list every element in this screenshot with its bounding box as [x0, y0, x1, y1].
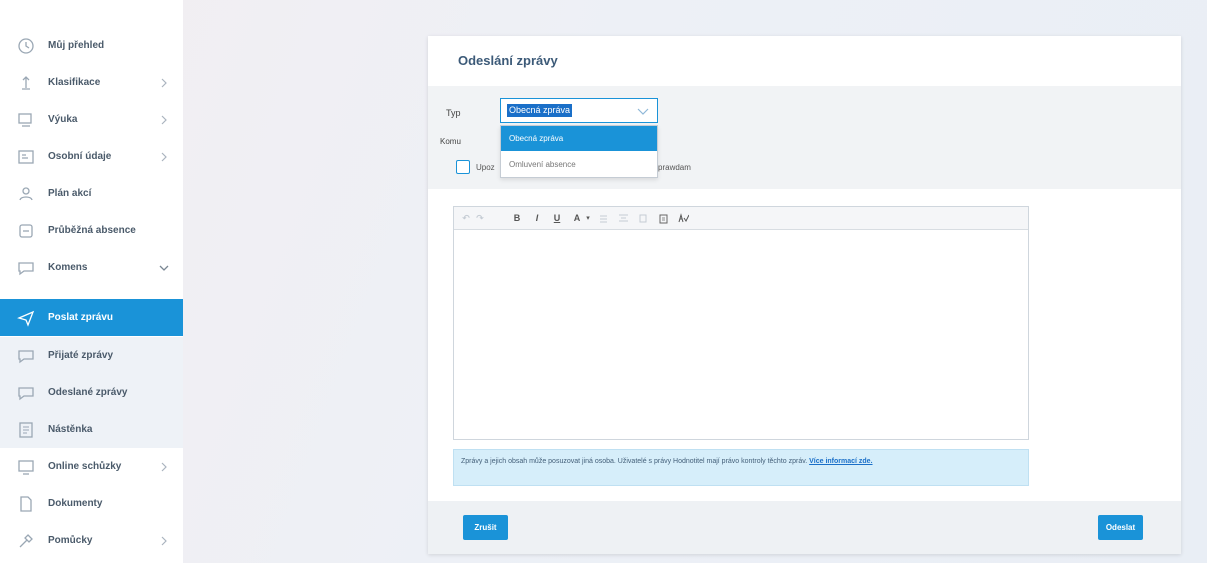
- personal-data-icon: [17, 148, 35, 166]
- inbox-icon: [17, 347, 35, 365]
- sidebar-item-label: Průběžná absence: [48, 225, 136, 236]
- sidebar-item-odeslane-zpravy[interactable]: Odeslané zprávy: [0, 374, 183, 411]
- chat-icon: [17, 259, 35, 277]
- message-type-value: Obecná zpráva: [507, 104, 573, 117]
- send-icon: [17, 309, 35, 327]
- font-color-button[interactable]: A: [571, 211, 583, 225]
- chevron-down-icon: [637, 108, 649, 115]
- sidebar-item-online-schuzky[interactable]: Online schůzky: [0, 448, 183, 485]
- chevron-down-icon: [158, 262, 170, 274]
- sidebar-item-vyuka[interactable]: Výuka: [0, 101, 183, 138]
- sidebar-item-label: Výuka: [48, 114, 78, 125]
- option-obecna-zprava[interactable]: Obecná zpráva: [501, 126, 657, 151]
- sidebar-item-label: Online schůzky: [48, 461, 122, 472]
- sidebar-item-label: Přijaté zprávy: [48, 350, 114, 361]
- underline-button[interactable]: U: [551, 211, 563, 225]
- sidebar-item-label: Dokumenty: [48, 498, 103, 509]
- font-color-dropdown[interactable]: ▾: [583, 211, 593, 225]
- sidebar-item-osobni-udaje[interactable]: Osobní údaje: [0, 138, 183, 175]
- sidebar-item-komens[interactable]: Komens: [0, 249, 183, 286]
- clock-icon: [17, 37, 35, 55]
- grade-icon: [17, 74, 35, 92]
- chevron-right-icon: [158, 461, 170, 473]
- info-text-block: Zprávy a jejich obsah může posuzovat jin…: [461, 456, 1017, 467]
- paste-icon[interactable]: [657, 211, 669, 225]
- sidebar-item-poslat-zpravu[interactable]: Poslat zprávu: [0, 299, 183, 336]
- sidebar-item-label: Odeslané zprávy: [48, 387, 128, 398]
- redo-button[interactable]: ↷: [474, 211, 486, 225]
- outbox-icon: [17, 384, 35, 402]
- type-label: Typ: [446, 108, 461, 118]
- undo-button[interactable]: ↶: [460, 211, 472, 225]
- sidebar-item-klasifikace[interactable]: Klasifikace: [0, 64, 183, 101]
- tools-icon: [17, 532, 35, 550]
- italic-button[interactable]: I: [531, 211, 543, 225]
- noticeboard-icon: [17, 421, 35, 439]
- cancel-button[interactable]: Zrušit: [463, 515, 508, 540]
- chevron-right-icon: [158, 77, 170, 89]
- page-title: Odeslání zprávy: [458, 53, 558, 68]
- chevron-right-icon: [158, 114, 170, 126]
- checkbox-label-start: Upoz: [476, 163, 495, 172]
- spellcheck-icon[interactable]: [676, 211, 690, 225]
- to-label: Komu: [440, 137, 461, 146]
- message-type-select[interactable]: Obecná zpráva: [500, 98, 658, 123]
- sidebar-item-dokumenty[interactable]: Dokumenty: [0, 485, 183, 522]
- sidebar-item-prubezna-absence[interactable]: Průběžná absence: [0, 212, 183, 249]
- align-icon[interactable]: [617, 211, 629, 225]
- sidebar-item-label: Poslat zprávu: [48, 312, 114, 323]
- absence-icon: [17, 222, 35, 240]
- chevron-right-icon: [158, 535, 170, 547]
- more-info-link[interactable]: Více informací zde.: [809, 458, 872, 465]
- info-notice: Zprávy a jejich obsah může posuzovat jin…: [453, 449, 1029, 486]
- editor-toolbar: ↶ ↷ B I U A ▾: [454, 207, 1028, 230]
- meeting-icon: [17, 458, 35, 476]
- sidebar: Můj přehled Klasifikace Výuka Osobní úda…: [0, 0, 183, 563]
- notify-checkbox[interactable]: [456, 160, 470, 174]
- sidebar-item-label: Klasifikace: [48, 77, 101, 88]
- copy-icon[interactable]: [637, 211, 649, 225]
- sidebar-item-label: Pomůcky: [48, 535, 93, 546]
- message-editor[interactable]: ↶ ↷ B I U A ▾: [453, 206, 1029, 440]
- document-icon: [17, 495, 35, 513]
- card-footer: Zrušit Odeslat: [428, 501, 1181, 554]
- sidebar-item-label: Můj přehled: [48, 40, 105, 51]
- list-icon[interactable]: [597, 211, 609, 225]
- sidebar-item-prijate-zpravy[interactable]: Přijaté zprávy: [0, 337, 183, 374]
- chevron-right-icon: [158, 151, 170, 163]
- info-text: Zprávy a jejich obsah může posuzovat jin…: [461, 458, 808, 465]
- send-message-card: Odeslání zprávy Typ Obecná zpráva Komu O…: [428, 36, 1181, 554]
- sidebar-item-label: Komens: [48, 262, 88, 273]
- checkbox-label-end: prawdam: [658, 163, 691, 172]
- sidebar-item-label: Plán akcí: [48, 188, 92, 199]
- sidebar-item-label: Nástěnka: [48, 424, 93, 435]
- people-icon: [17, 185, 35, 203]
- send-button[interactable]: Odeslat: [1098, 515, 1143, 540]
- sidebar-item-muj-prehled[interactable]: Můj přehled: [0, 27, 183, 64]
- bold-button[interactable]: B: [511, 211, 523, 225]
- sidebar-item-pomucky[interactable]: Pomůcky: [0, 522, 183, 559]
- message-type-dropdown: Obecná zpráva Omluvení absence: [500, 125, 658, 178]
- sidebar-item-nastenka[interactable]: Nástěnka: [0, 411, 183, 448]
- teaching-icon: [17, 111, 35, 129]
- sidebar-item-label: Osobní údaje: [48, 151, 112, 162]
- sidebar-item-plan-akci[interactable]: Plán akcí: [0, 175, 183, 212]
- option-omluveni-absence[interactable]: Omluvení absence: [501, 152, 657, 177]
